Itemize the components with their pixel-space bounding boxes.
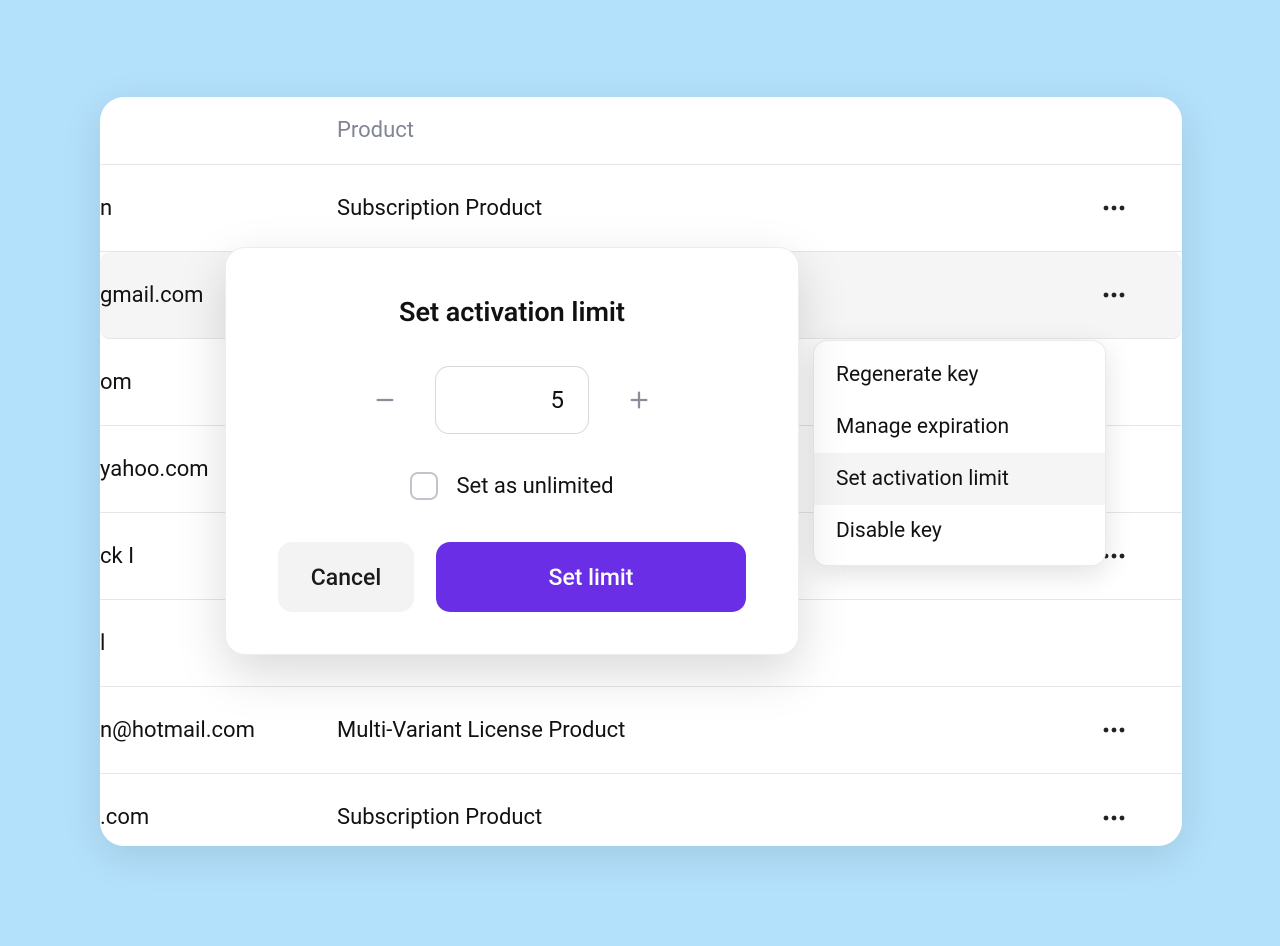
table-row[interactable]: .com Subscription Product	[100, 774, 1182, 846]
more-horizontal-icon	[1103, 727, 1125, 733]
set-activation-limit-modal: Set activation limit Set as unlimited Ca…	[225, 247, 799, 655]
activation-limit-input[interactable]	[435, 366, 589, 434]
modal-title: Set activation limit	[278, 296, 746, 328]
menu-item-regenerate-key[interactable]: Regenerate key	[814, 349, 1105, 401]
unlimited-checkbox[interactable]	[410, 472, 438, 500]
decrement-button[interactable]	[367, 382, 403, 418]
row-actions-button[interactable]	[1096, 277, 1132, 313]
cancel-button[interactable]: Cancel	[278, 542, 414, 612]
minus-icon	[374, 389, 396, 411]
more-horizontal-icon	[1103, 205, 1125, 211]
set-limit-button[interactable]: Set limit	[436, 542, 746, 612]
cell-email: n@hotmail.com	[100, 718, 330, 743]
cell-email: .com	[100, 805, 330, 830]
unlimited-option-row: Set as unlimited	[278, 472, 746, 500]
menu-item-manage-expiration[interactable]: Manage expiration	[814, 401, 1105, 453]
cell-product: Subscription Product	[337, 805, 542, 830]
more-horizontal-icon	[1103, 815, 1125, 821]
row-actions-button[interactable]	[1096, 712, 1132, 748]
menu-item-set-activation-limit[interactable]: Set activation limit	[814, 453, 1105, 505]
menu-item-disable-key[interactable]: Disable key	[814, 505, 1105, 557]
column-header-product: Product	[337, 118, 414, 143]
increment-button[interactable]	[621, 382, 657, 418]
modal-button-row: Cancel Set limit	[278, 542, 746, 612]
plus-icon	[628, 389, 650, 411]
row-actions-menu: Regenerate key Manage expiration Set act…	[813, 340, 1106, 566]
table-header-row: Product	[100, 97, 1182, 165]
table-row[interactable]: n Subscription Product	[100, 165, 1182, 252]
row-actions-button[interactable]	[1096, 800, 1132, 836]
activation-limit-stepper	[278, 366, 746, 434]
table-row[interactable]: n@hotmail.com Multi-Variant License Prod…	[100, 687, 1182, 774]
cell-product: Multi-Variant License Product	[337, 718, 625, 743]
more-horizontal-icon	[1103, 292, 1125, 298]
unlimited-label: Set as unlimited	[456, 474, 613, 499]
more-horizontal-icon	[1103, 553, 1125, 559]
cell-email: n	[100, 196, 330, 221]
row-actions-button[interactable]	[1096, 190, 1132, 226]
cell-product: Subscription Product	[337, 196, 542, 221]
